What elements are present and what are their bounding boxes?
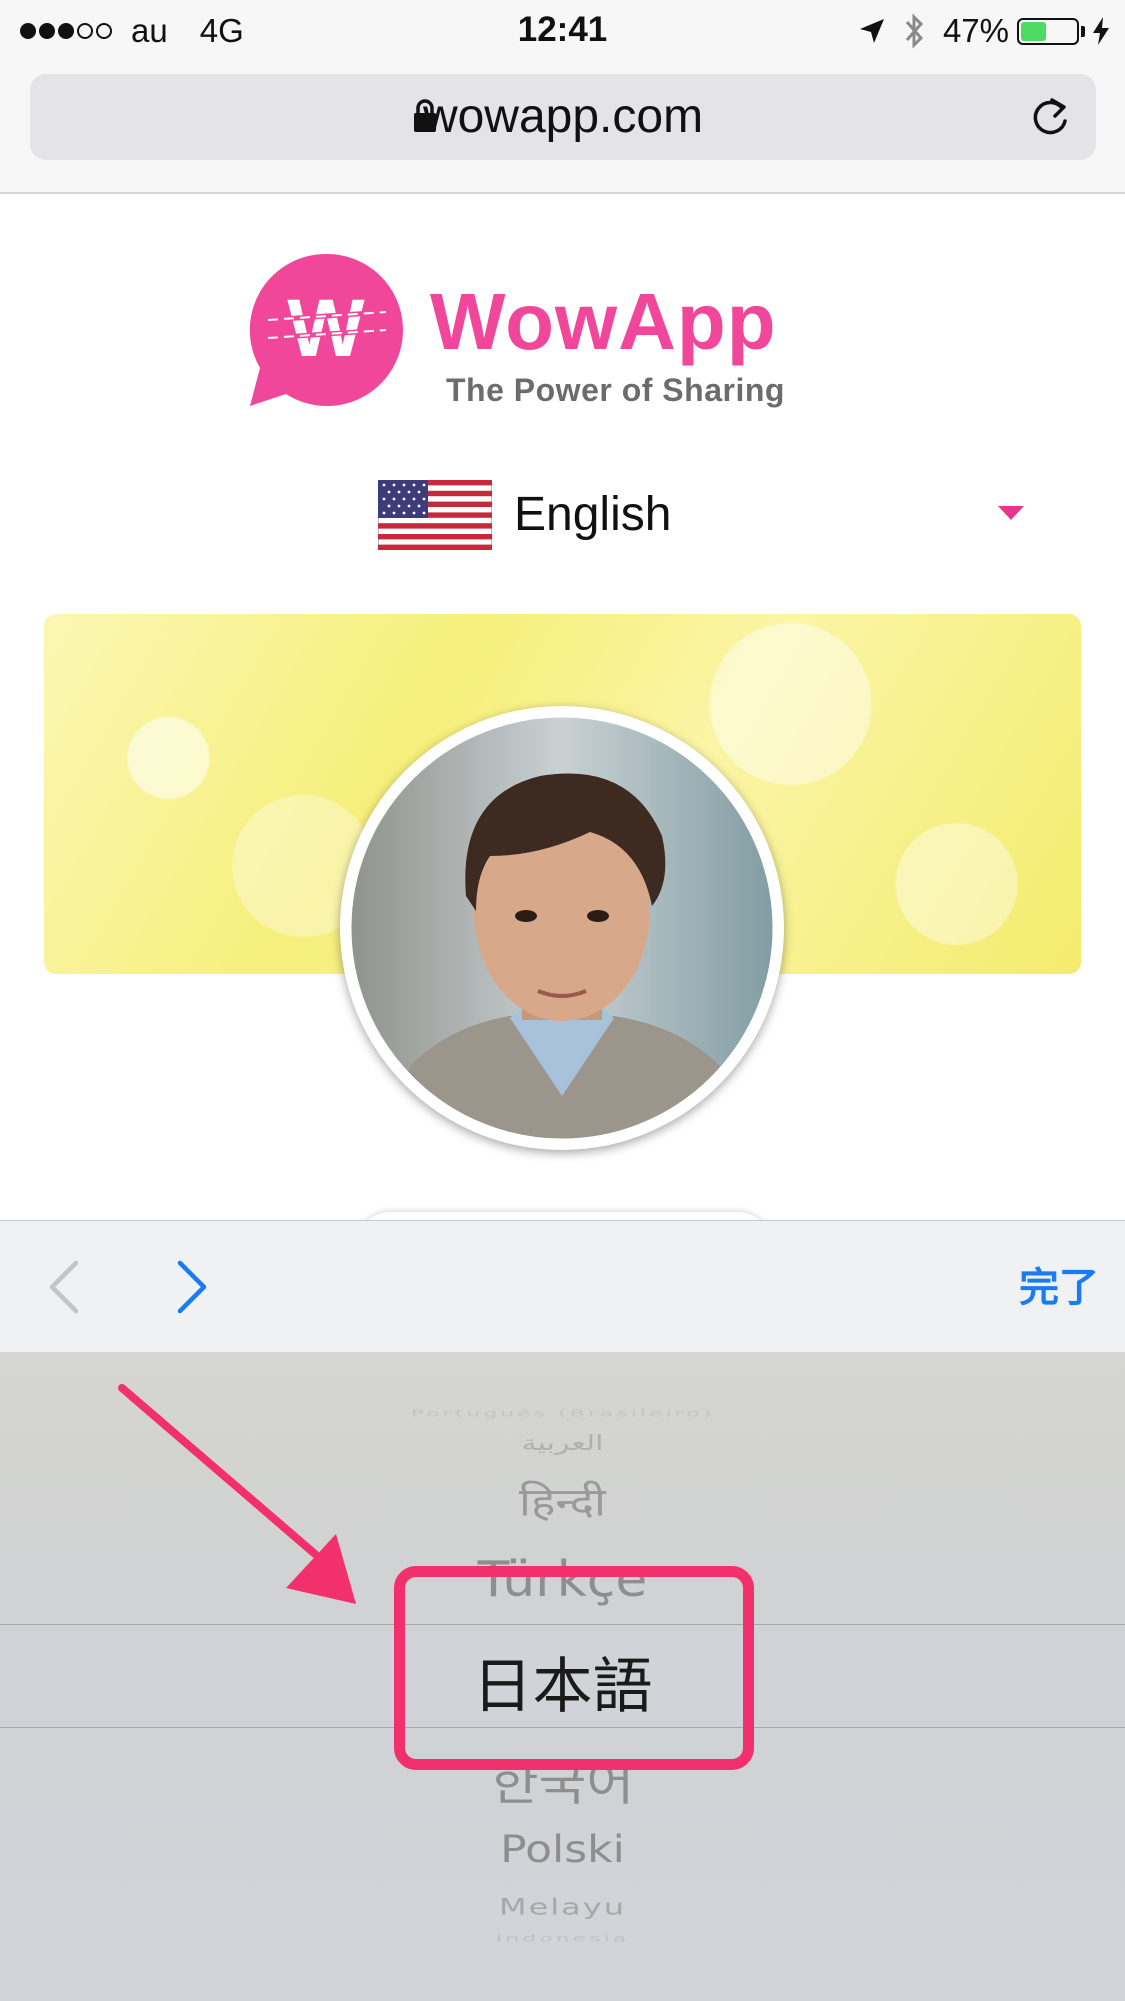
language-label: English [514,488,672,541]
picker-toolbar: 完了 [0,1220,1125,1353]
reload-icon[interactable] [1028,94,1072,140]
battery-fill [1021,21,1047,41]
done-button[interactable]: 完了 [1019,1255,1099,1313]
charging-bolt-icon [1093,17,1109,45]
wowapp-logo[interactable]: W WowApp The Power of Sharing [246,250,826,410]
picker-option[interactable]: Melayu [0,1894,1125,1921]
status-right: 47% [857,10,1111,52]
bluetooth-icon [905,13,923,49]
picker-option[interactable]: Indonesia [0,1933,1125,1944]
annotation-arrow-icon [118,1384,356,1604]
battery-cap [1081,25,1085,37]
chevron-left-icon[interactable] [44,1259,84,1315]
url-text: wowapp.com [422,90,704,143]
brand-name: WowApp [430,277,777,366]
chevron-right-icon[interactable] [172,1259,212,1315]
annotation-highlight-box [394,1566,754,1770]
profile-photo [342,708,782,1148]
brand-tagline: The Power of Sharing [446,372,785,408]
profile-avatar[interactable] [340,706,784,1150]
caret-down-icon [998,506,1024,520]
browser-chrome: wowapp.com [0,62,1125,194]
url-field[interactable]: wowapp.com [30,74,1096,160]
battery-icon [1017,17,1079,45]
language-select[interactable]: English [378,478,1028,552]
battery-percent: 47% [942,12,1009,49]
wowapp-logo-icon: W [249,253,403,406]
svg-text:W: W [287,283,365,374]
picker-option[interactable]: Polski [0,1828,1125,1871]
us-flag-icon [378,480,492,550]
location-arrow-icon [859,19,884,43]
status-bar: au 4G 12:41 47% [0,0,1125,62]
